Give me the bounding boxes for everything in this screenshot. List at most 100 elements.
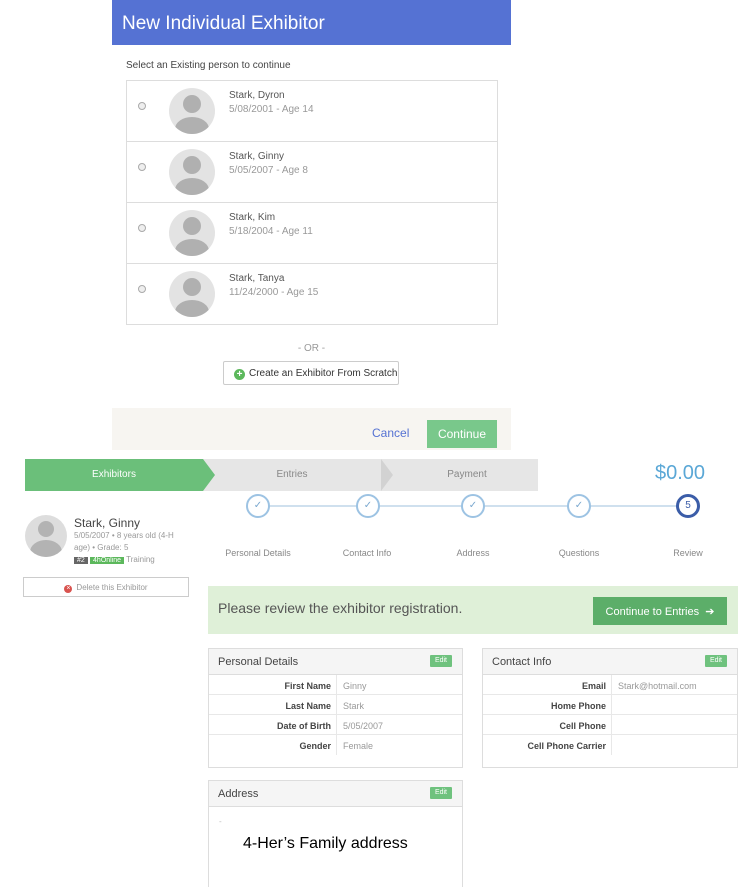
step-entries[interactable]: Entries	[217, 459, 367, 491]
delete-exhibitor-label: Delete this Exhibitor	[76, 583, 148, 592]
field-value: 5/05/2007	[336, 715, 383, 735]
person-dob-age: 5/08/2001 - Age 14	[229, 104, 314, 115]
list-item[interactable]: Stark, Tanya 11/24/2000 - Age 15	[127, 264, 497, 324]
avatar	[169, 210, 215, 256]
avatar	[169, 149, 215, 195]
field-label: Cell Phone Carrier	[527, 741, 606, 751]
continue-to-entries-label: Continue to Entries	[605, 606, 700, 618]
wizard-label-contact-info: Contact Info	[342, 548, 392, 558]
or-divider: - OR -	[297, 343, 326, 354]
avatar	[25, 515, 67, 557]
field-value: Stark@hotmail.com	[611, 675, 697, 695]
registration-steps: Exhibitors Entries Payment	[25, 459, 538, 491]
check-icon[interactable]: ✓	[461, 494, 485, 518]
address-body: - 4-Her’s Family address	[209, 807, 462, 887]
create-from-scratch-button[interactable]: + Create an Exhibitor From Scratch	[223, 361, 399, 385]
address-annotation: 4-Her’s Family address	[243, 835, 408, 852]
person-radio[interactable]	[138, 224, 146, 232]
check-icon[interactable]: ✓	[567, 494, 591, 518]
person-name: Stark, Dyron	[229, 90, 285, 101]
wizard-label-questions: Questions	[558, 548, 600, 558]
wizard-label-personal-details: Personal Details	[225, 548, 291, 558]
step-payment[interactable]: Payment	[397, 459, 537, 491]
wizard-label-address: Address	[456, 548, 490, 558]
avatar	[169, 271, 215, 317]
step-exhibitors[interactable]: Exhibitors	[25, 459, 203, 491]
exhibitor-number-badge: #2	[74, 557, 88, 564]
close-circle-icon: ×	[64, 585, 73, 593]
field-value	[611, 715, 618, 735]
new-exhibitor-modal: New Individual Exhibitor Select an Exist…	[112, 0, 511, 450]
select-existing-label: Select an Existing person to continue	[126, 60, 291, 71]
check-icon[interactable]: ✓	[356, 494, 380, 518]
person-name: Stark, Ginny	[229, 151, 285, 162]
wizard-label-review: Review	[673, 548, 703, 558]
status-badge: 4hOnline	[90, 557, 125, 564]
person-dob-age: 5/05/2007 - Age 8	[229, 165, 308, 176]
step-arrow	[381, 459, 393, 491]
field-value: Female	[336, 735, 373, 755]
panel-header: Contact Info Edit	[483, 649, 737, 675]
field-value: Stark	[336, 695, 364, 715]
field-value	[611, 695, 618, 715]
continue-to-entries-button[interactable]: Continue to Entries ➔	[593, 597, 727, 625]
list-item[interactable]: Stark, Kim 5/18/2004 - Age 11	[127, 203, 497, 264]
panel-title: Contact Info	[492, 656, 552, 668]
panel-header: Address Edit	[209, 781, 462, 807]
table-row: Email Stark@hotmail.com	[483, 675, 737, 695]
cancel-button[interactable]: Cancel	[372, 426, 409, 440]
modal-footer: Cancel Continue	[112, 408, 511, 450]
panel-title: Address	[218, 788, 259, 800]
field-value	[611, 735, 618, 755]
create-from-scratch-label: Create an Exhibitor From Scratch	[249, 368, 398, 379]
person-radio[interactable]	[138, 285, 146, 293]
table-row: Cell Phone Carrier	[483, 735, 737, 755]
list-item[interactable]: Stark, Ginny 5/05/2007 - Age 8	[127, 142, 497, 203]
table-row: Last Name Stark	[209, 695, 462, 715]
person-dob-age: 5/18/2004 - Age 11	[229, 226, 313, 237]
exhibitor-name: Stark, Ginny	[74, 516, 141, 530]
panel-header: Personal Details Edit	[209, 649, 462, 675]
review-message: Please review the exhibitor registration…	[218, 600, 463, 616]
step-arrow	[203, 459, 215, 491]
person-radio[interactable]	[138, 163, 146, 171]
personal-details-panel: Personal Details Edit First Name Ginny L…	[208, 648, 463, 768]
plus-circle-icon: +	[234, 369, 245, 380]
address-panel: Address Edit - 4-Her’s Family address	[208, 780, 463, 887]
exhibitor-tags: #2 4hOnline Training	[74, 555, 155, 564]
cart-total: $0.00	[655, 462, 706, 484]
person-dob-age: 11/24/2000 - Age 15	[229, 287, 319, 298]
contact-info-panel: Contact Info Edit Email Stark@hotmail.co…	[482, 648, 738, 768]
arrow-right-circle-icon: ➔	[702, 606, 715, 618]
field-label: Home Phone	[550, 701, 606, 711]
person-list: Stark, Dyron 5/08/2001 - Age 14 Stark, G…	[126, 80, 498, 325]
table-row: Gender Female	[209, 735, 462, 755]
field-value: Ginny	[336, 675, 367, 695]
person-name: Stark, Kim	[229, 212, 276, 223]
field-label: First Name	[284, 681, 331, 691]
person-radio[interactable]	[138, 102, 146, 110]
table-row: Cell Phone	[483, 715, 737, 735]
check-icon[interactable]: ✓	[246, 494, 270, 518]
person-name: Stark, Tanya	[229, 273, 285, 284]
table-row: Home Phone	[483, 695, 737, 715]
wizard-step-current[interactable]: 5	[676, 494, 700, 518]
delete-exhibitor-button[interactable]: × Delete this Exhibitor	[23, 577, 189, 597]
field-label: Last Name	[285, 701, 331, 711]
address-placeholder: -	[219, 817, 222, 826]
edit-button[interactable]: Edit	[704, 655, 727, 667]
edit-button[interactable]: Edit	[429, 787, 452, 799]
table-row: First Name Ginny	[209, 675, 462, 695]
table-row: Date of Birth 5/05/2007	[209, 715, 462, 735]
field-label: Email	[581, 681, 606, 691]
panel-title: Personal Details	[218, 656, 299, 668]
field-label: Date of Birth	[277, 721, 331, 731]
field-label: Cell Phone	[559, 721, 606, 731]
avatar	[169, 88, 215, 134]
exhibitor-tag-text: Training	[126, 555, 155, 564]
list-item[interactable]: Stark, Dyron 5/08/2001 - Age 14	[127, 81, 497, 142]
edit-button[interactable]: Edit	[429, 655, 452, 667]
continue-button[interactable]: Continue	[427, 420, 497, 448]
modal-title: New Individual Exhibitor	[112, 0, 511, 45]
exhibitor-dob-age: 5/05/2007 • 8 years old (4-H	[74, 531, 174, 540]
